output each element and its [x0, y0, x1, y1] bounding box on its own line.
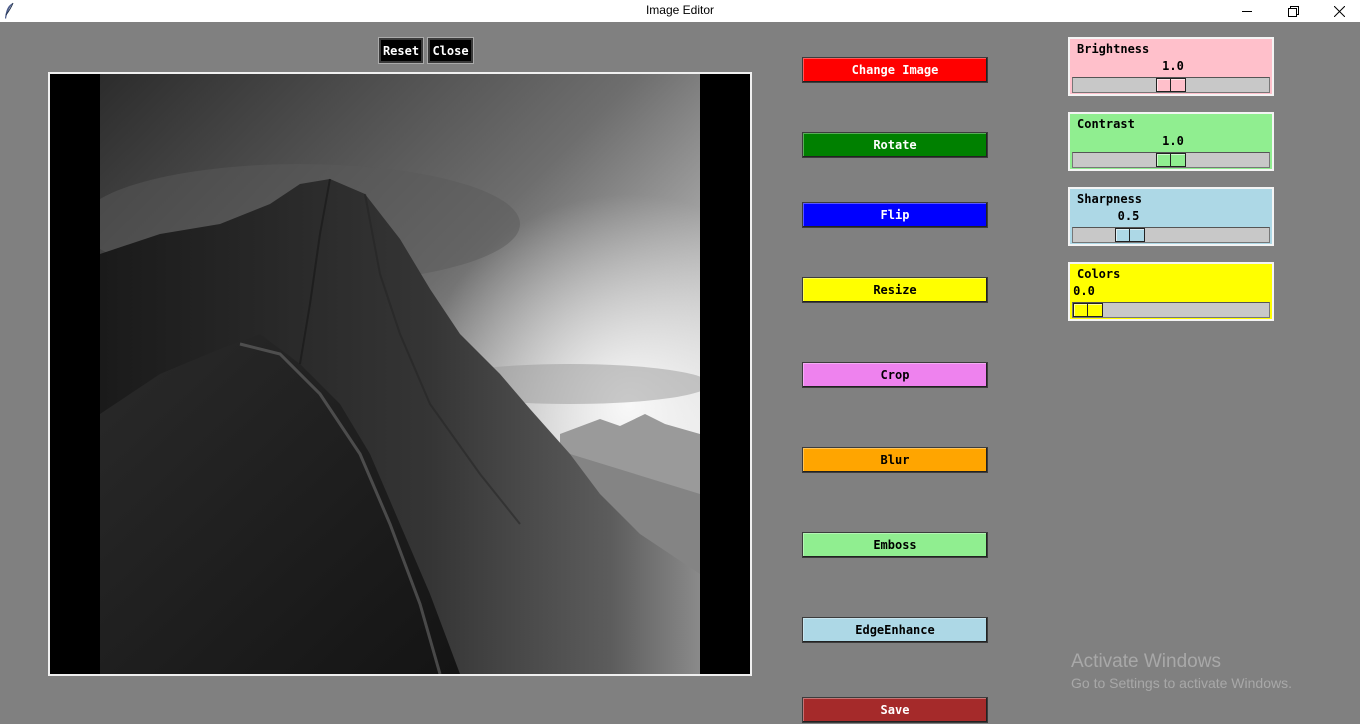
close-window-button[interactable] — [1316, 0, 1360, 22]
edge-enhance-button[interactable]: EdgeEnhance — [802, 617, 988, 643]
blur-button[interactable]: Blur — [802, 447, 988, 473]
sharpness-slider[interactable] — [1114, 228, 1145, 242]
flip-button[interactable]: Flip — [802, 202, 988, 228]
brightness-slider[interactable] — [1156, 78, 1186, 92]
rotate-button[interactable]: Rotate — [802, 132, 988, 158]
contrast-label: Contrast — [1077, 117, 1135, 131]
brightness-trough[interactable] — [1072, 77, 1270, 93]
brightness-value: 1.0 — [1162, 59, 1184, 73]
sharpness-trough[interactable] — [1072, 227, 1270, 243]
brightness-panel: Brightness 1.0 — [1068, 37, 1274, 96]
title-bar: Image Editor — [0, 0, 1360, 22]
window-title: Image Editor — [645, 3, 715, 17]
emboss-button[interactable]: Emboss — [802, 532, 988, 558]
contrast-value: 1.0 — [1162, 134, 1184, 148]
minimize-icon — [1241, 10, 1252, 12]
resize-button[interactable]: Resize — [802, 277, 988, 303]
activate-windows-subtitle: Go to Settings to activate Windows. — [1071, 675, 1292, 691]
image-canvas[interactable] — [48, 72, 752, 676]
minimize-button[interactable] — [1224, 0, 1270, 22]
colors-slider[interactable] — [1073, 303, 1103, 317]
restore-button[interactable] — [1270, 0, 1316, 22]
contrast-trough[interactable] — [1072, 152, 1270, 168]
change-image-button[interactable]: Change Image — [802, 57, 988, 83]
brightness-label: Brightness — [1077, 42, 1150, 56]
contrast-slider[interactable] — [1156, 153, 1186, 167]
colors-trough[interactable] — [1072, 302, 1270, 318]
crop-button[interactable]: Crop — [802, 362, 988, 388]
activate-windows-title: Activate Windows — [1071, 651, 1221, 672]
reset-button[interactable]: Reset — [378, 37, 424, 64]
sharpness-panel: Sharpness 0.5 — [1068, 187, 1274, 246]
contrast-panel: Contrast 1.0 — [1068, 112, 1274, 171]
activate-windows-watermark: Activate Windows Go to Settings to activ… — [1071, 651, 1292, 691]
sharpness-value: 0.5 — [1117, 209, 1140, 223]
sharpness-label: Sharpness — [1077, 192, 1143, 206]
colors-panel: Colors 0.0 — [1068, 262, 1274, 321]
colors-label: Colors — [1077, 267, 1121, 281]
save-button[interactable]: Save — [802, 697, 988, 723]
close-icon — [1333, 5, 1345, 17]
mountain-photo — [100, 74, 700, 674]
colors-value: 0.0 — [1073, 284, 1095, 298]
close-button[interactable]: Close — [427, 37, 474, 64]
restore-icon — [1287, 5, 1299, 17]
